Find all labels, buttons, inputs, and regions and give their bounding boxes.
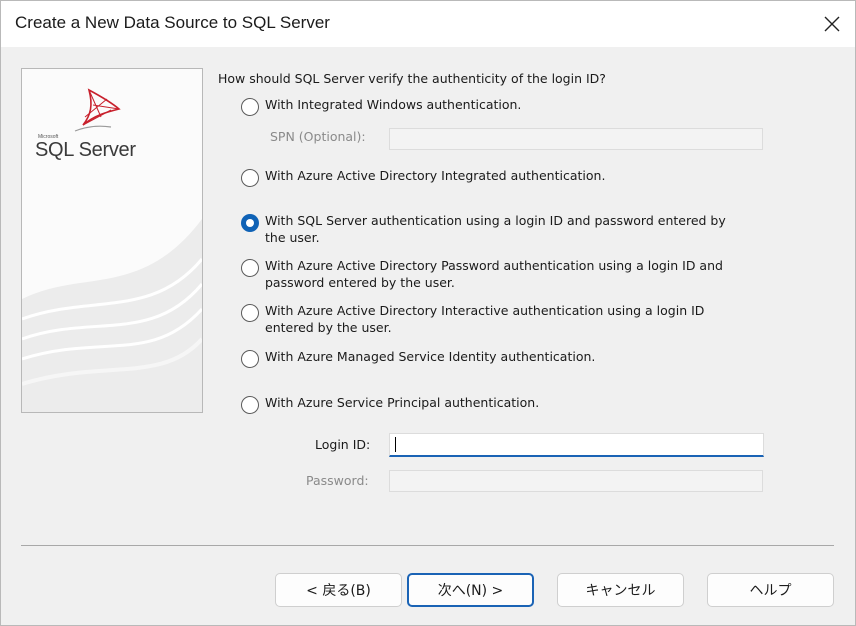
auth-question: How should SQL Server verify the authent…	[218, 71, 606, 86]
radio-aad-password[interactable]	[241, 259, 259, 277]
close-icon	[824, 16, 840, 32]
next-button[interactable]: 次へ(N) >	[407, 573, 534, 607]
option-label: With Azure Active Directory Integrated a…	[265, 168, 606, 183]
sql-server-logo-icon	[74, 88, 121, 132]
back-button[interactable]: < 戻る(B)	[275, 573, 402, 607]
option-label: With Azure Active Directory Interactive …	[265, 303, 705, 335]
logo-text: SQL Server	[35, 139, 136, 161]
close-button[interactable]	[809, 1, 855, 47]
sql-server-banner: Microsoft SQL Server	[21, 68, 203, 413]
spn-label: SPN (Optional):	[270, 129, 366, 144]
password-label: Password:	[306, 473, 369, 488]
radio-managed-identity[interactable]	[241, 350, 259, 368]
option-label: With Azure Active Directory Password aut…	[265, 258, 723, 290]
option-label: With Integrated Windows authentication.	[265, 97, 522, 112]
footer-separator	[21, 545, 834, 546]
option-label: With Azure Managed Service Identity auth…	[265, 349, 596, 364]
login-id-input[interactable]	[389, 433, 764, 457]
cancel-button[interactable]: キャンセル	[557, 573, 684, 607]
radio-sql-server-auth[interactable]	[241, 214, 259, 232]
option-label: With Azure Service Principal authenticat…	[265, 395, 540, 410]
radio-aad-interactive[interactable]	[241, 304, 259, 322]
option-label: With SQL Server authentication using a l…	[265, 213, 726, 245]
radio-windows-auth[interactable]	[241, 98, 259, 116]
radio-aad-integrated[interactable]	[241, 169, 259, 187]
window-title: Create a New Data Source to SQL Server	[15, 13, 330, 32]
radio-service-principal[interactable]	[241, 396, 259, 414]
help-button[interactable]: ヘルプ	[707, 573, 834, 607]
text-caret	[395, 437, 396, 452]
password-input	[389, 470, 763, 492]
login-id-label: Login ID:	[315, 437, 371, 452]
title-bar: Create a New Data Source to SQL Server	[1, 1, 855, 47]
spn-input	[389, 128, 763, 150]
dialog-window: Create a New Data Source to SQL Server M…	[0, 0, 856, 626]
